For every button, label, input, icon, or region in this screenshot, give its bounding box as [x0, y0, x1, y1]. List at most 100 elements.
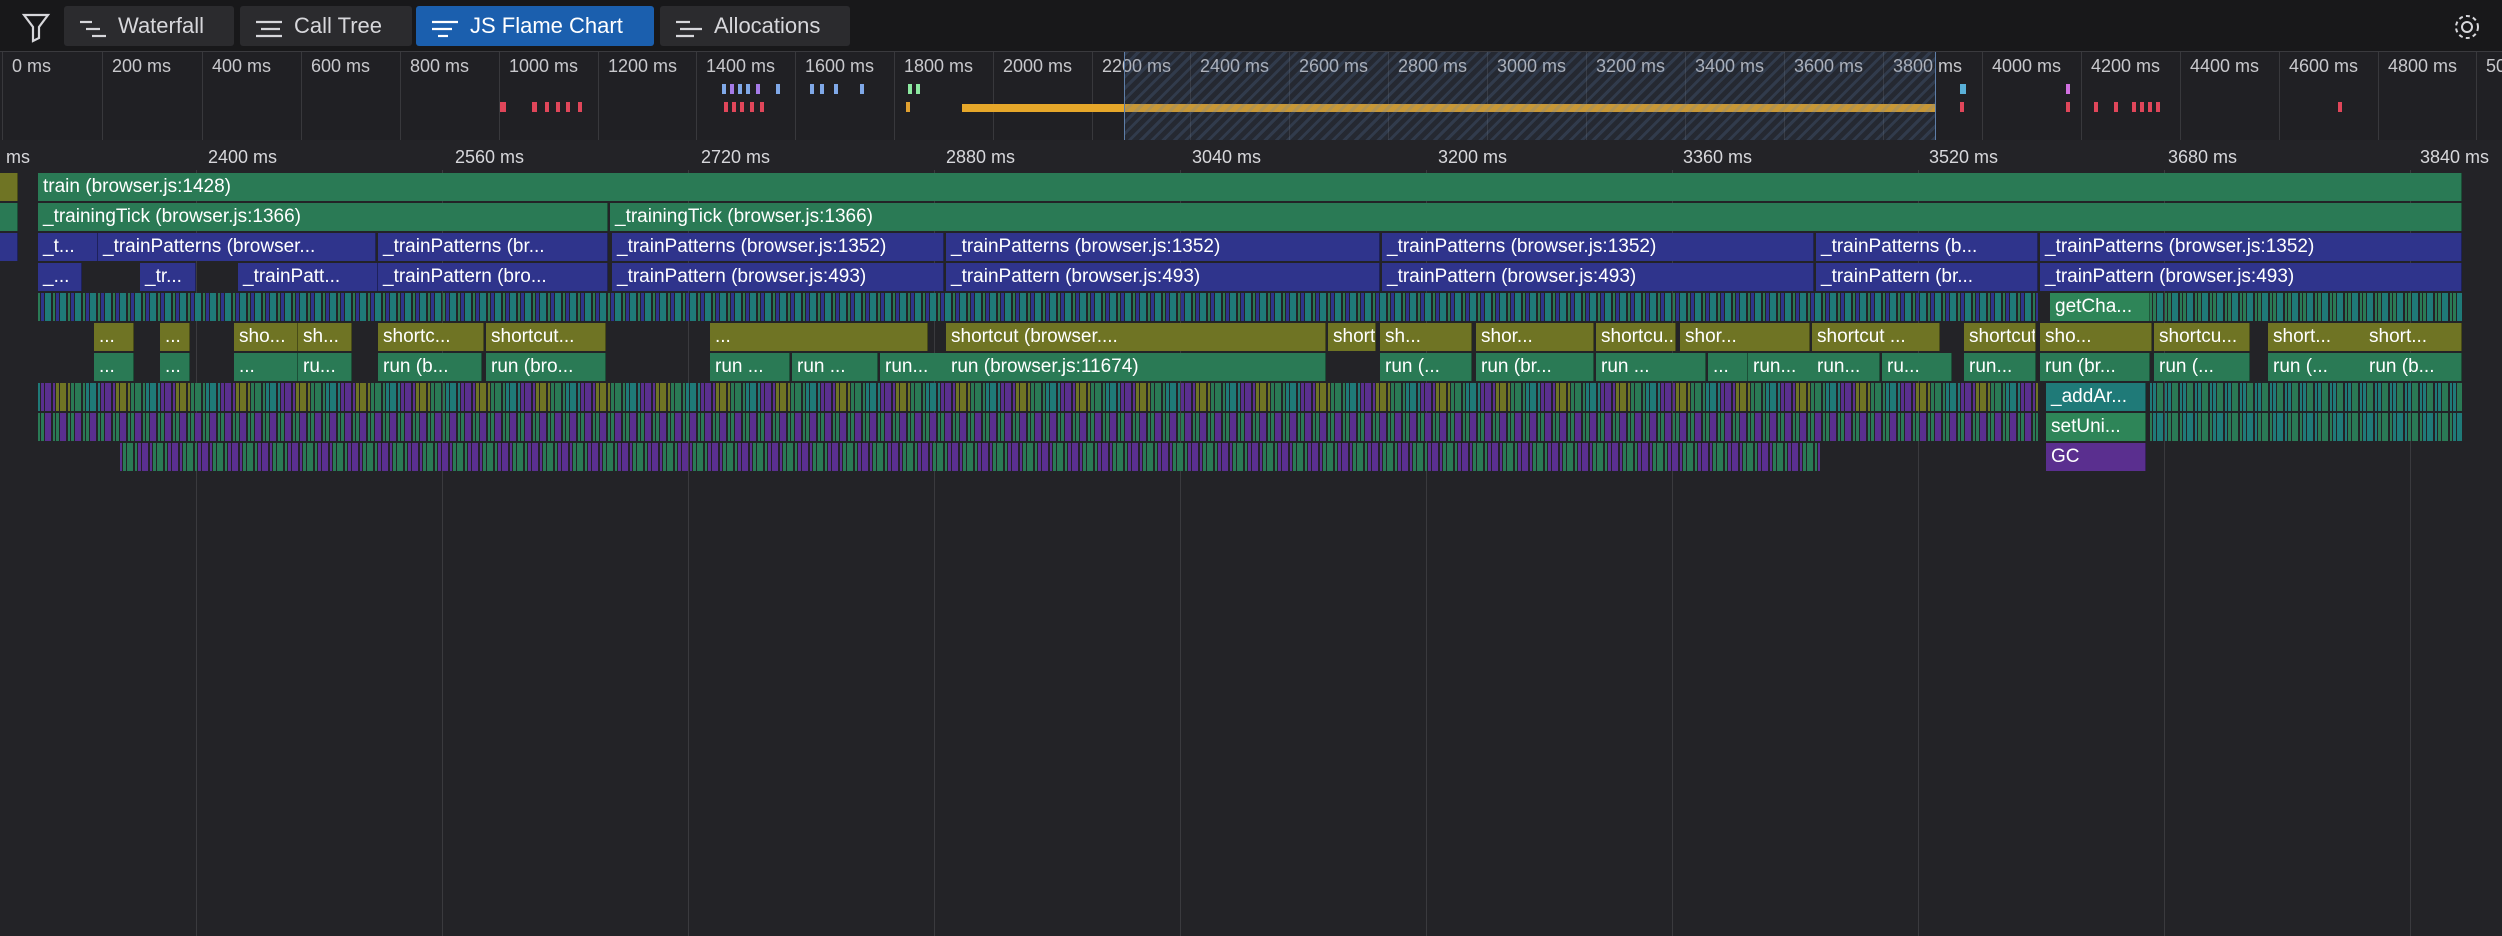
- flame-frame[interactable]: run (...: [2154, 353, 2250, 381]
- flame-frame[interactable]: sho...: [2040, 323, 2152, 351]
- flame-frame[interactable]: _...: [38, 263, 82, 291]
- flame-frame[interactable]: _trainPattern (browser.js:493): [2040, 263, 2462, 291]
- flame-frame[interactable]: run...: [880, 353, 948, 381]
- flame-frame[interactable]: setUni...: [2046, 413, 2146, 441]
- flame-frame[interactable]: _addAr...: [2046, 383, 2146, 411]
- tab-js-flame-chart[interactable]: JS Flame Chart: [416, 6, 654, 46]
- overview-marker: [820, 84, 824, 94]
- flame-frame[interactable]: short...: [2268, 323, 2374, 351]
- overview-tick-line: [2180, 52, 2181, 140]
- flame-frame[interactable]: _trainingTick (browser.js:1366): [38, 203, 608, 231]
- flame-frame[interactable]: shortcut ...: [1964, 323, 2036, 351]
- gear-icon[interactable]: [2450, 10, 2484, 44]
- flame-chart[interactable]: train (browser.js:1428) _trainingTick (br…: [0, 170, 2502, 936]
- flame-frame[interactable]: run (bro...: [486, 353, 606, 381]
- flame-frame[interactable]: train (browser.js:1428): [38, 173, 2462, 201]
- flame-frame[interactable]: run (br...: [2040, 353, 2150, 381]
- flame-frame[interactable]: run (...: [1380, 353, 1472, 381]
- flame-frame[interactable]: _trainPatterns (browser...: [98, 233, 376, 261]
- allocations-icon: [674, 14, 704, 38]
- flame-frame[interactable]: ...: [160, 323, 190, 351]
- tab-label: JS Flame Chart: [470, 13, 623, 38]
- overview-marker: [532, 102, 537, 112]
- flame-frame[interactable]: shortc...: [378, 323, 484, 351]
- flame-frame[interactable]: shortcut (browser....: [946, 323, 1326, 351]
- flame-frame[interactable]: shortcut (browser.js:9942): [1328, 323, 1376, 351]
- overview-marker: [2156, 102, 2160, 112]
- flame-frame[interactable]: _trainPatt...: [238, 263, 378, 291]
- overview-marker: [810, 84, 814, 94]
- filter-icon[interactable]: [14, 10, 58, 44]
- overview-tick-line: [2476, 52, 2477, 140]
- flame-frame[interactable]: run ...: [710, 353, 790, 381]
- overview-tick-label: 50: [2486, 56, 2502, 76]
- tab-call-tree[interactable]: Call Tree: [240, 6, 412, 46]
- flame-frame[interactable]: run...: [1964, 353, 2036, 381]
- overview-marker: [740, 102, 744, 112]
- flame-frame[interactable]: _trainingTick (browser.js:1366): [610, 203, 2462, 231]
- flame-frame-fragment[interactable]: [0, 233, 18, 261]
- toolbar: Waterfall Call Tree JS Flame Chart Alloc…: [0, 0, 2502, 52]
- flame-frame[interactable]: run...: [1812, 353, 1880, 381]
- overview-selection[interactable]: [1124, 52, 1936, 140]
- flame-frame[interactable]: _trainPattern (br...: [1816, 263, 2038, 291]
- flame-frame[interactable]: shor...: [1680, 323, 1810, 351]
- tab-label: Call Tree: [294, 13, 383, 38]
- overview-tick-line: [1092, 52, 1093, 140]
- tab-waterfall[interactable]: Waterfall: [64, 6, 234, 46]
- flame-frame[interactable]: run (browser.js:11674): [946, 353, 1326, 381]
- flame-frame[interactable]: shortcu...: [1596, 323, 1676, 351]
- overview-marker: [2066, 102, 2070, 112]
- flame-frame[interactable]: _tr...: [140, 263, 196, 291]
- flame-frame[interactable]: ...: [234, 353, 298, 381]
- call-tree-icon: [254, 14, 284, 38]
- flame-frame[interactable]: shor...: [1476, 323, 1594, 351]
- flame-frame[interactable]: _trainPatterns (browser.js:1352): [1382, 233, 1814, 261]
- flame-frame[interactable]: _trainPattern (browser.js:493): [612, 263, 944, 291]
- flame-frame[interactable]: shortcu...: [2154, 323, 2250, 351]
- flame-frame[interactable]: _t...: [38, 233, 98, 261]
- overview-tick-line: [2, 52, 3, 140]
- tab-allocations[interactable]: Allocations: [660, 6, 850, 46]
- flame-frame[interactable]: run ...: [792, 353, 878, 381]
- flame-dense-frames: [38, 383, 2038, 411]
- overview-tick-line: [795, 52, 796, 140]
- flame-frame-fragment[interactable]: [0, 173, 18, 201]
- overview-tick-label: 1200 ms: [608, 56, 678, 76]
- flame-frame[interactable]: ...: [94, 353, 134, 381]
- overview-tick-label: 1000 ms: [509, 56, 579, 76]
- flame-frame[interactable]: ...: [1708, 353, 1748, 381]
- flame-frame-fragment[interactable]: [0, 203, 18, 231]
- flame-frame[interactable]: run (...: [2268, 353, 2376, 381]
- flame-frame[interactable]: ru...: [298, 353, 352, 381]
- flame-frame[interactable]: run (b...: [2364, 353, 2462, 381]
- flame-frame[interactable]: _trainPattern (browser.js:493): [946, 263, 1380, 291]
- flame-frame[interactable]: _trainPatterns (browser.js:1352): [2040, 233, 2462, 261]
- flame-dense-frames: [2150, 383, 2462, 411]
- flame-frame[interactable]: GC: [2046, 443, 2146, 471]
- flame-frame[interactable]: _trainPatterns (b...: [1816, 233, 2038, 261]
- flame-frame[interactable]: sh...: [298, 323, 352, 351]
- flame-frame[interactable]: _trainPatterns (browser.js:1352): [612, 233, 944, 261]
- flame-frame[interactable]: _trainPatterns (br...: [378, 233, 608, 261]
- overview-marker: [500, 102, 506, 112]
- flame-frame[interactable]: run (br...: [1476, 353, 1594, 381]
- flame-frame[interactable]: ru...: [1882, 353, 1952, 381]
- flame-dense-frames: [2150, 293, 2462, 321]
- flame-frame[interactable]: short...: [2364, 323, 2462, 351]
- flame-frame[interactable]: shortcut...: [486, 323, 606, 351]
- overview-marker: [2114, 102, 2118, 112]
- flame-frame[interactable]: sho...: [234, 323, 298, 351]
- flame-frame[interactable]: sh...: [1380, 323, 1472, 351]
- flame-frame[interactable]: run ...: [1596, 353, 1706, 381]
- flame-frame[interactable]: ...: [710, 323, 928, 351]
- flame-frame[interactable]: _trainPattern (bro...: [378, 263, 608, 291]
- flame-frame[interactable]: _trainPatterns (browser.js:1352): [946, 233, 1380, 261]
- flame-frame[interactable]: ...: [94, 323, 134, 351]
- flame-frame[interactable]: _trainPattern (browser.js:493): [1382, 263, 1814, 291]
- flame-frame[interactable]: getCha...: [2050, 293, 2150, 321]
- flame-frame[interactable]: ...: [160, 353, 190, 381]
- flame-frame[interactable]: run (b...: [378, 353, 482, 381]
- overview-marker: [2066, 84, 2070, 94]
- flame-frame[interactable]: shortcut ...: [1812, 323, 1940, 351]
